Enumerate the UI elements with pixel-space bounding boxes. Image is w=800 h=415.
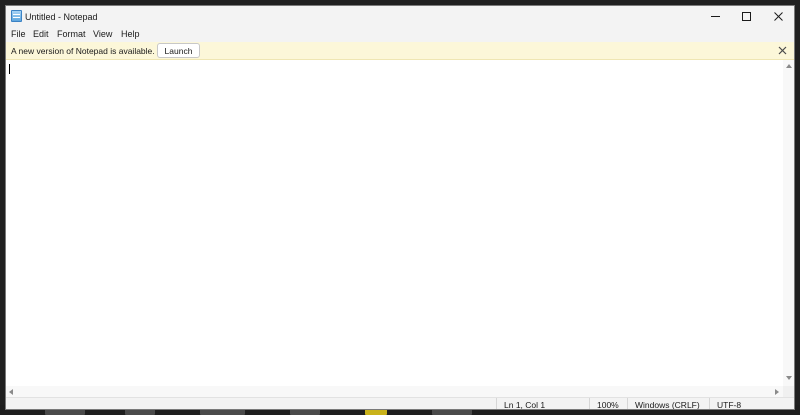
window-title: Untitled - Notepad bbox=[25, 12, 98, 22]
maximize-button[interactable] bbox=[731, 6, 761, 27]
notepad-icon bbox=[11, 10, 22, 22]
close-icon[interactable] bbox=[778, 46, 787, 55]
close-icon bbox=[773, 12, 783, 21]
menu-format[interactable]: Format bbox=[57, 29, 86, 39]
minimize-button[interactable] bbox=[700, 6, 730, 27]
menu-bar: File Edit Format View Help bbox=[6, 27, 794, 42]
horizontal-scrollbar[interactable] bbox=[6, 386, 783, 397]
menu-file[interactable]: File bbox=[11, 29, 26, 39]
scroll-up-icon[interactable] bbox=[786, 64, 792, 68]
scroll-left-icon[interactable] bbox=[9, 389, 13, 395]
scrollbar-corner bbox=[783, 386, 794, 397]
scroll-down-icon[interactable] bbox=[786, 376, 792, 380]
close-window-button[interactable] bbox=[763, 6, 793, 27]
title-bar[interactable]: Untitled - Notepad bbox=[6, 6, 794, 27]
update-notification-bar: A new version of Notepad is available. L… bbox=[6, 42, 794, 60]
cursor-position: Ln 1, Col 1 bbox=[496, 398, 588, 409]
vertical-scrollbar[interactable] bbox=[783, 60, 794, 386]
status-bar: Ln 1, Col 1 100% Windows (CRLF) UTF-8 bbox=[6, 397, 794, 409]
menu-help[interactable]: Help bbox=[121, 29, 140, 39]
maximize-icon bbox=[741, 12, 751, 21]
minimize-icon bbox=[710, 16, 720, 17]
menu-edit[interactable]: Edit bbox=[33, 29, 49, 39]
encoding: UTF-8 bbox=[709, 398, 794, 409]
text-caret bbox=[9, 64, 10, 74]
notification-message: A new version of Notepad is available. bbox=[11, 46, 155, 56]
notepad-window: Untitled - Notepad File Edit Format View… bbox=[5, 5, 795, 410]
scroll-right-icon[interactable] bbox=[775, 389, 779, 395]
zoom-level: 100% bbox=[589, 398, 627, 409]
text-editor-area[interactable] bbox=[6, 60, 783, 386]
launch-button[interactable]: Launch bbox=[157, 43, 200, 58]
line-ending: Windows (CRLF) bbox=[627, 398, 709, 409]
menu-view[interactable]: View bbox=[93, 29, 112, 39]
